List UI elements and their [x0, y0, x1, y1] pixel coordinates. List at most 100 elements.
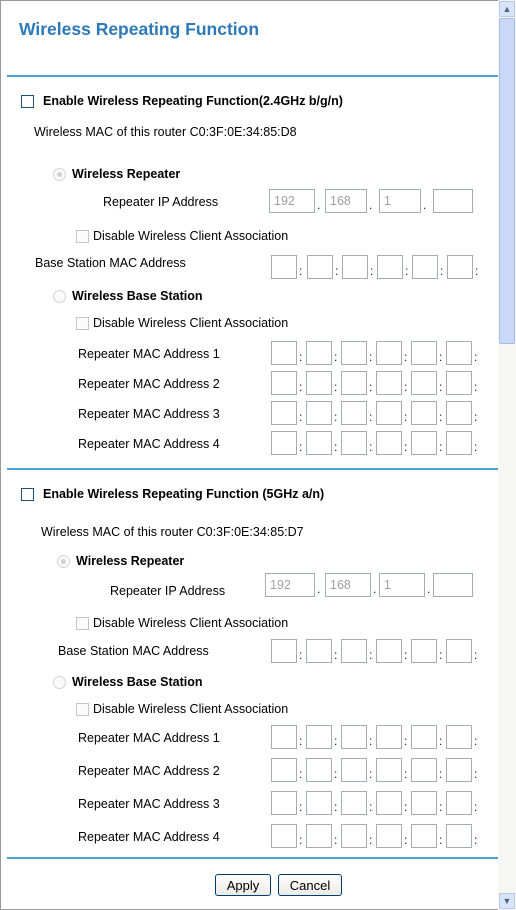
mac-octet-field[interactable] — [271, 824, 297, 848]
mac-octet-field[interactable] — [341, 401, 367, 425]
mac-octet-field[interactable] — [376, 371, 402, 395]
mac-octet-field[interactable] — [377, 255, 403, 279]
disable-client-assoc-label-2-5ghz: Disable Wireless Client Association — [93, 702, 289, 716]
mac-octet-field[interactable] — [307, 255, 333, 279]
repeater-ip-octet-2-5ghz[interactable] — [325, 573, 371, 597]
router-mac-5ghz: Wireless MAC of this router C0:3F:0E:34:… — [41, 525, 304, 539]
mac-octet-field[interactable] — [411, 758, 437, 782]
disable-client-assoc-checkbox-24ghz[interactable] — [76, 230, 89, 243]
scrollbar-thumb[interactable] — [499, 18, 515, 344]
mac-octet-field[interactable] — [376, 824, 402, 848]
mac-octet-field[interactable] — [411, 725, 437, 749]
chevron-down-icon[interactable]: ▼ — [499, 893, 515, 909]
enable-repeating-24ghz-checkbox[interactable] — [21, 95, 34, 108]
mac-colon: : — [474, 440, 478, 454]
mac-octet-field[interactable] — [376, 431, 402, 455]
mac-octet-field[interactable] — [271, 431, 297, 455]
repeater-ip-octet-1-24ghz[interactable] — [269, 189, 315, 213]
mac-octet-field[interactable] — [411, 824, 437, 848]
mac-octet-field[interactable] — [446, 371, 472, 395]
mac-octet-field[interactable] — [447, 255, 473, 279]
mac-octet-field[interactable] — [306, 824, 332, 848]
mac-octet-field[interactable] — [446, 431, 472, 455]
mac-octet-field[interactable] — [271, 639, 297, 663]
mac-octet-field[interactable] — [376, 341, 402, 365]
mac-octet-field[interactable] — [376, 401, 402, 425]
mac-octet-field[interactable] — [341, 758, 367, 782]
mac-octet-field[interactable] — [306, 791, 332, 815]
mac-colon: : — [439, 440, 443, 454]
page-title: Wireless Repeating Function — [19, 19, 260, 39]
repeater-mac-label-3-24ghz: Repeater MAC Address 3 — [78, 407, 220, 421]
repeater-ip-octet-3-5ghz[interactable] — [379, 573, 425, 597]
repeater-ip-octet-3-24ghz[interactable] — [379, 189, 421, 213]
mac-octet-field[interactable] — [446, 341, 472, 365]
wireless-repeater-radio-24ghz[interactable] — [53, 168, 66, 181]
repeater-ip-octet-4-24ghz[interactable] — [433, 189, 473, 213]
mac-octet-field[interactable] — [306, 725, 332, 749]
mac-octet-field[interactable] — [271, 341, 297, 365]
mac-octet-field[interactable] — [411, 639, 437, 663]
wireless-base-station-radio-24ghz[interactable] — [53, 290, 66, 303]
mac-octet-field[interactable] — [306, 341, 332, 365]
mac-octet-field[interactable] — [446, 791, 472, 815]
mac-colon: : — [474, 734, 478, 748]
repeater-ip-octet-1-5ghz[interactable] — [265, 573, 315, 597]
mac-octet-field[interactable] — [376, 725, 402, 749]
mac-octet-field[interactable] — [411, 341, 437, 365]
mac-octet-field[interactable] — [446, 725, 472, 749]
vertical-scrollbar[interactable]: ▲ ▼ — [498, 0, 516, 910]
mac-octet-field[interactable] — [411, 791, 437, 815]
mac-octet-field[interactable] — [412, 255, 438, 279]
mac-octet-field[interactable] — [341, 725, 367, 749]
enable-repeating-5ghz-checkbox[interactable] — [21, 488, 34, 501]
mac-octet-field[interactable] — [411, 371, 437, 395]
cancel-button[interactable]: Cancel — [278, 874, 342, 896]
ip-dot: . — [373, 582, 377, 596]
mac-colon: : — [404, 350, 408, 364]
mac-octet-field[interactable] — [341, 639, 367, 663]
mac-octet-field[interactable] — [306, 401, 332, 425]
mac-octet-field[interactable] — [446, 639, 472, 663]
repeater-ip-octet-2-24ghz[interactable] — [325, 189, 367, 213]
mac-octet-field[interactable] — [271, 401, 297, 425]
mac-octet-field[interactable] — [306, 431, 332, 455]
chevron-up-icon[interactable]: ▲ — [499, 1, 515, 17]
mac-colon: : — [369, 648, 373, 662]
mac-octet-field[interactable] — [271, 791, 297, 815]
mac-octet-field[interactable] — [341, 824, 367, 848]
mac-octet-field[interactable] — [271, 371, 297, 395]
mac-colon: : — [369, 350, 373, 364]
mac-octet-field[interactable] — [271, 725, 297, 749]
mac-octet-field[interactable] — [446, 824, 472, 848]
wireless-repeater-radio-5ghz[interactable] — [57, 555, 70, 568]
mac-octet-field[interactable] — [376, 758, 402, 782]
mac-octet-field[interactable] — [411, 401, 437, 425]
mac-octet-field[interactable] — [342, 255, 368, 279]
mac-colon: : — [404, 767, 408, 781]
apply-button[interactable]: Apply — [215, 874, 271, 896]
disable-client-assoc-checkbox-2-5ghz[interactable] — [76, 703, 89, 716]
wireless-base-station-radio-5ghz[interactable] — [53, 676, 66, 689]
disable-client-assoc-checkbox-5ghz[interactable] — [76, 617, 89, 630]
mac-octet-field[interactable] — [271, 758, 297, 782]
mac-colon: : — [404, 410, 408, 424]
mac-octet-field[interactable] — [376, 791, 402, 815]
mac-octet-field[interactable] — [306, 371, 332, 395]
mac-octet-field[interactable] — [341, 791, 367, 815]
mac-octet-field[interactable] — [376, 639, 402, 663]
mac-octet-field[interactable] — [341, 431, 367, 455]
repeater-ip-octet-4-5ghz[interactable] — [433, 573, 473, 597]
mac-octet-field[interactable] — [446, 758, 472, 782]
wireless-base-station-label-24ghz: Wireless Base Station — [72, 289, 203, 303]
mac-octet-field[interactable] — [306, 639, 332, 663]
mac-octet-field[interactable] — [341, 341, 367, 365]
mac-colon: : — [299, 350, 303, 364]
mac-octet-field[interactable] — [306, 758, 332, 782]
mac-octet-field[interactable] — [271, 255, 297, 279]
mac-octet-field[interactable] — [446, 401, 472, 425]
disable-client-assoc-label-5ghz: Disable Wireless Client Association — [93, 616, 289, 630]
disable-client-assoc-checkbox-2-24ghz[interactable] — [76, 317, 89, 330]
mac-octet-field[interactable] — [411, 431, 437, 455]
mac-octet-field[interactable] — [341, 371, 367, 395]
